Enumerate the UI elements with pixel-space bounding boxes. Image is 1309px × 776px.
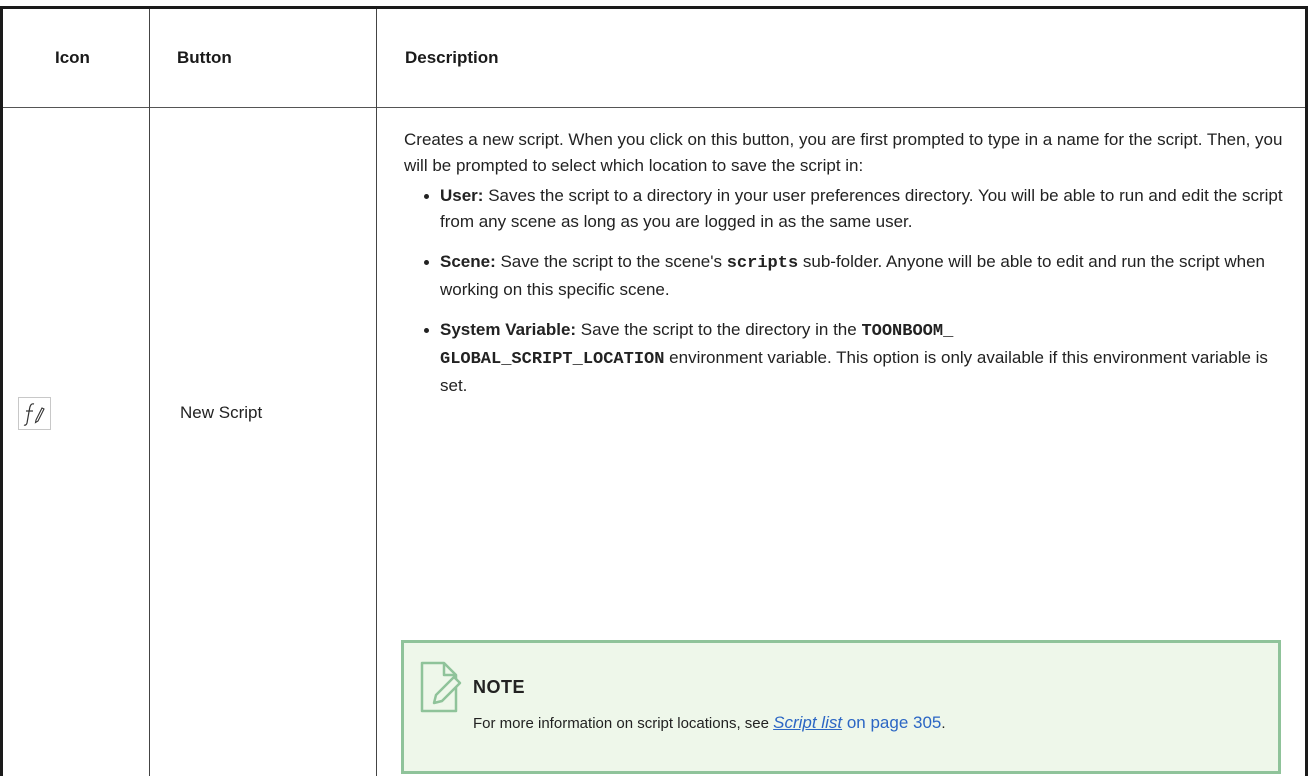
bullet-label: User:	[440, 186, 484, 205]
code-text: GLOBAL_SCRIPT_LOCATION	[440, 350, 665, 369]
header-icon: Icon	[55, 48, 90, 67]
bullet-label: Scene:	[440, 252, 496, 271]
note-callout: NOTE For more information on script loca…	[401, 640, 1281, 774]
column-divider	[149, 107, 150, 776]
bullet-text: Save the script to the scene's	[495, 252, 727, 271]
column-divider	[149, 9, 150, 107]
code-text: scripts	[726, 254, 799, 273]
code-text: TOONBOOM_	[861, 322, 954, 341]
note-text-before: For more information on script locations…	[473, 715, 774, 732]
column-divider	[376, 107, 377, 776]
header-description: Description	[405, 48, 499, 67]
bullet-text: Save the script to the directory in the	[576, 320, 862, 339]
list-item-scene: Scene: Save the script to the scene's sc…	[404, 249, 1284, 303]
column-divider	[376, 9, 377, 107]
button-name: New Script	[180, 403, 263, 422]
list-item-user: User: Saves the script to a directory in…	[404, 183, 1284, 235]
table-header-row: Icon Button Description	[3, 9, 1305, 108]
note-icon	[420, 661, 462, 713]
description-cell: Creates a new script. When you click on …	[404, 127, 1284, 413]
location-list: User: Saves the script to a directory in…	[404, 183, 1284, 399]
page-reference-link[interactable]: on page 305	[842, 713, 942, 732]
new-script-icon	[18, 397, 51, 430]
script-list-link[interactable]: Script list	[773, 713, 842, 732]
list-item-system-variable: System Variable: Save the script to the …	[404, 317, 1284, 399]
note-text-after: .	[941, 715, 946, 732]
header-button: Button	[177, 48, 232, 67]
note-text: For more information on script locations…	[473, 713, 946, 733]
description-intro: Creates a new script. When you click on …	[404, 130, 1283, 175]
bullet-label: System Variable:	[440, 320, 577, 339]
bullet-text: Saves the script to a directory in your …	[440, 186, 1283, 231]
new-script-glyph	[23, 403, 45, 426]
note-title: NOTE	[473, 677, 526, 697]
